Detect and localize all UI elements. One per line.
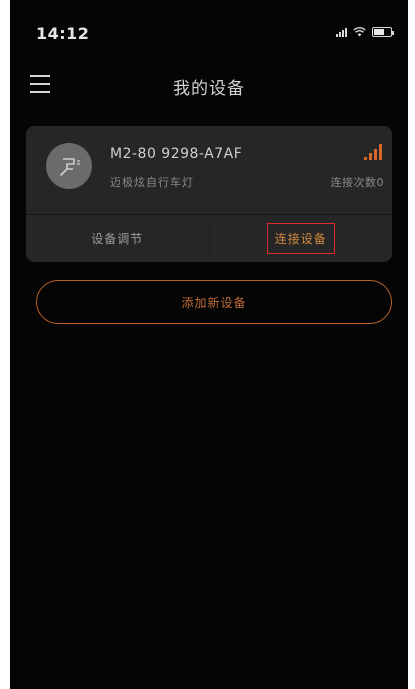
- card-actions: 设备调节 连接设备: [26, 215, 392, 262]
- signal-bars-icon: [364, 144, 382, 160]
- device-info[interactable]: M2-80 9298-A7AF 迈极炫自行车灯 连接次数0: [26, 126, 392, 214]
- device-card[interactable]: M2-80 9298-A7AF 迈极炫自行车灯 连接次数0 设备调节 连接设备: [26, 126, 392, 262]
- device-type: 迈极炫自行车灯: [110, 176, 194, 189]
- nav-bar: 我的设备: [10, 62, 408, 110]
- device-adjust-button[interactable]: 设备调节: [26, 215, 209, 262]
- connect-device-label: 连接设备: [266, 223, 335, 254]
- add-device-button[interactable]: 添加新设备: [36, 280, 392, 324]
- device-name: M2-80 9298-A7AF: [110, 146, 243, 162]
- status-icons: [336, 27, 394, 37]
- cellular-signal-icon: [336, 27, 347, 37]
- wifi-icon: [353, 27, 366, 37]
- phone-screen: 14:12 我的设备 M2-80 9298-A7AF 迈极炫自行车灯 连接次数0…: [10, 0, 408, 689]
- bike-light-icon: [46, 143, 92, 189]
- page-title: 我的设备: [173, 79, 245, 99]
- battery-icon: [372, 27, 394, 37]
- add-device-label: 添加新设备: [181, 295, 247, 310]
- connect-count: 连接次数0: [330, 176, 384, 189]
- status-time: 14:12: [36, 24, 90, 43]
- connect-device-button[interactable]: 连接设备: [210, 215, 393, 262]
- device-adjust-label: 设备调节: [91, 232, 144, 246]
- status-bar: 14:12: [10, 0, 408, 62]
